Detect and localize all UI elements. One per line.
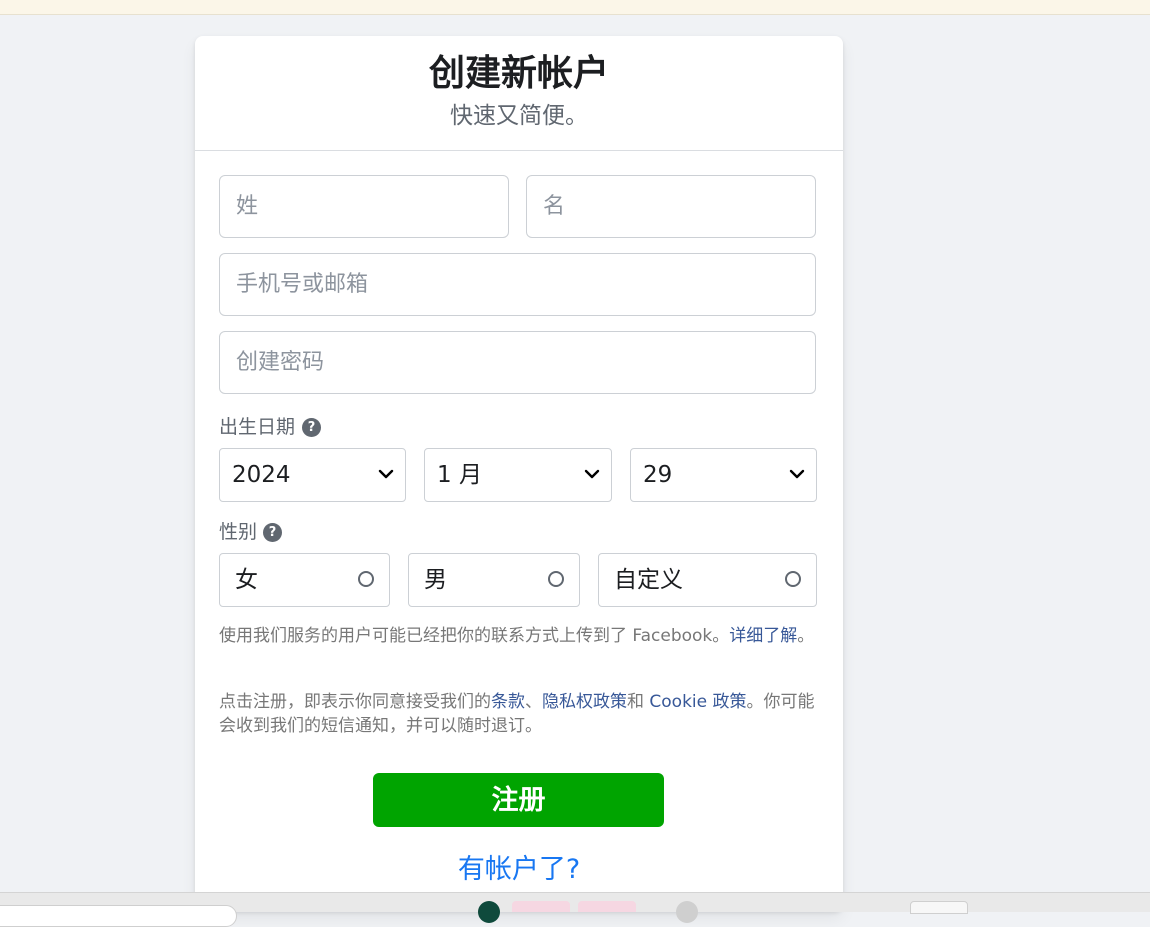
phone-or-email-input[interactable] bbox=[219, 253, 816, 316]
gender-option-label: 男 bbox=[424, 567, 447, 593]
first-name-input[interactable] bbox=[526, 175, 816, 238]
birth-month-value: 1 月 bbox=[437, 462, 482, 488]
have-account-link[interactable]: 有帐户了? bbox=[195, 853, 843, 887]
notice-and: 和 bbox=[627, 692, 650, 712]
contact-upload-notice: 使用我们服务的用户可能已经把你的联系方式上传到了 Facebook。详细了解。 bbox=[219, 624, 819, 648]
page-subtitle: 快速又简便。 bbox=[450, 103, 588, 129]
notice-sep: 、 bbox=[525, 692, 542, 712]
browser-top-strip bbox=[0, 0, 1150, 15]
last-name-input[interactable] bbox=[219, 175, 509, 238]
birthday-label: 出生日期 bbox=[219, 416, 296, 438]
birth-year-value: 2024 bbox=[232, 462, 291, 488]
birth-day-select[interactable]: 29 bbox=[630, 448, 817, 502]
terms-notice: 点击注册，即表示你同意接受我们的条款、隐私权政策和 Cookie 政策。你可能会… bbox=[219, 690, 819, 738]
signup-card: 创建新帐户 快速又简便。 出生日期 ? 2024 1 月 29 性别 ? 女 男… bbox=[195, 36, 843, 911]
app-icon[interactable] bbox=[578, 901, 636, 912]
signup-button[interactable]: 注册 bbox=[373, 773, 664, 827]
birth-month-select[interactable]: 1 月 bbox=[424, 448, 612, 502]
gender-option-female[interactable]: 女 bbox=[219, 553, 390, 607]
app-icon[interactable] bbox=[512, 901, 570, 912]
app-icon[interactable] bbox=[676, 901, 698, 923]
learn-more-link[interactable]: 详细了解 bbox=[729, 626, 797, 646]
cookie-policy-link[interactable]: Cookie 政策 bbox=[649, 692, 746, 712]
gender-option-label: 自定义 bbox=[614, 567, 683, 593]
birth-year-select[interactable]: 2024 bbox=[219, 448, 406, 502]
taskbar bbox=[0, 892, 1150, 927]
terms-link[interactable]: 条款 bbox=[491, 692, 525, 712]
notice-punct: 。 bbox=[797, 626, 815, 646]
chevron-down-icon bbox=[789, 469, 805, 479]
radio-button[interactable] bbox=[358, 571, 374, 587]
chevron-down-icon bbox=[378, 469, 394, 479]
gender-label: 性别 bbox=[219, 521, 258, 543]
terms-prefix: 点击注册，即表示你同意接受我们的 bbox=[219, 692, 491, 712]
gender-option-label: 女 bbox=[235, 567, 258, 593]
app-icon[interactable] bbox=[910, 901, 968, 914]
signup-header: 创建新帐户 快速又简便。 bbox=[195, 36, 843, 151]
app-icon[interactable] bbox=[478, 901, 500, 923]
taskbar-search-box[interactable] bbox=[0, 905, 237, 927]
create-password-input[interactable] bbox=[219, 331, 816, 394]
privacy-policy-link[interactable]: 隐私权政策 bbox=[542, 692, 627, 712]
gender-option-custom[interactable]: 自定义 bbox=[598, 553, 817, 607]
contact-upload-text: 使用我们服务的用户可能已经把你的联系方式上传到了 Facebook。 bbox=[219, 626, 730, 646]
gender-option-male[interactable]: 男 bbox=[408, 553, 580, 607]
question-circle-icon[interactable]: ? bbox=[263, 523, 282, 542]
chevron-down-icon bbox=[584, 469, 600, 479]
radio-button[interactable] bbox=[548, 571, 564, 587]
birth-day-value: 29 bbox=[643, 462, 673, 488]
page-title: 创建新帐户 bbox=[428, 53, 609, 94]
question-circle-icon[interactable]: ? bbox=[302, 418, 321, 437]
radio-button[interactable] bbox=[785, 571, 801, 587]
